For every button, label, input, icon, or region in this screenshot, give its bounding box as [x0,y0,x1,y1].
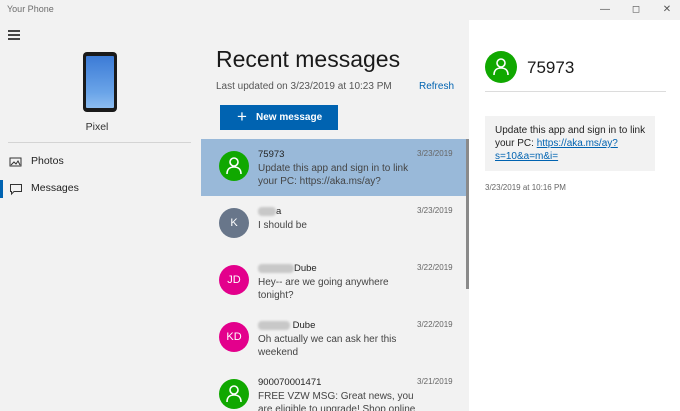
conversation-item[interactable]: K a I should be 3/23/2019 [201,196,467,253]
message-date: 3/23/2019 [417,206,453,215]
avatar: JD [219,265,249,295]
message-preview: FREE VZW MSG: Great news, you are eligib… [258,391,416,411]
new-message-button[interactable]: + New message [220,105,338,130]
sidebar-divider [8,142,191,143]
hamburger-menu-icon[interactable] [8,30,20,40]
redacted-name [258,263,294,273]
conversation-item[interactable]: 75973 Update this app and sign in to lin… [201,139,467,196]
refresh-link[interactable]: Refresh [419,81,454,92]
avatar [219,151,249,181]
contact-name: a [258,206,281,217]
avatar: KD [219,322,249,352]
phone-icon [83,52,117,112]
message-preview: Hey-- are we going anywhere tonight? [258,277,389,301]
last-updated-text: Last updated on 3/23/2019 at 10:23 PM [216,81,392,92]
page-title: Recent messages [216,46,401,72]
message-preview: Update this app and sign in to link your… [258,163,409,187]
app-title: Your Phone [7,4,54,14]
sidebar-item-label: Photos [31,155,64,167]
contact-name: Dube [258,263,317,274]
message-date: 3/23/2019 [417,149,453,158]
message-date: 3/21/2019 [417,377,453,386]
sidebar-item-messages[interactable]: Messages [0,177,200,201]
contact-name: 900070001471 [258,377,322,388]
conversation-item[interactable]: 900070001471 FREE VZW MSG: Great news, y… [201,367,467,411]
conversation-item[interactable]: JD Dube Hey-- are we going anywhere toni… [201,253,467,310]
photos-icon [9,157,22,167]
title-bar: Your Phone — ◻ ✕ [0,0,680,20]
new-message-label: New message [256,112,323,123]
plus-icon: + [237,107,247,126]
message-bubble: Update this app and sign in to link your… [485,116,655,171]
conversation-list: 75973 Update this app and sign in to lin… [201,139,469,411]
message-preview: Oh actually we can ask her this weekend [258,334,397,358]
avatar [219,379,249,409]
sidebar-item-label: Messages [31,182,79,194]
maximize-icon[interactable]: ◻ [628,2,644,18]
contact-name: 75973 [258,149,285,160]
sidebar: Pixel Photos Messages [0,20,201,411]
contact-name-header: 75973 [527,58,575,77]
redacted-name [258,320,290,330]
contact-name: Dube [258,320,315,331]
minimize-icon[interactable]: — [597,2,613,18]
contact-avatar [485,51,517,83]
message-date: 3/22/2019 [417,263,453,272]
person-icon [226,157,242,175]
conversation-detail-pane: 75973 Update this app and sign in to lin… [469,20,680,411]
message-list-pane: Recent messages Last updated on 3/23/201… [201,20,469,411]
header-divider [485,91,666,92]
redacted-name [258,206,276,216]
device-name: Pixel [85,121,109,133]
person-icon [493,58,509,76]
person-icon [226,385,242,403]
selected-indicator [0,180,3,198]
message-preview: I should be [258,220,307,231]
avatar: K [219,208,249,238]
messages-icon [10,184,22,196]
close-icon[interactable]: ✕ [659,2,675,18]
sidebar-item-photos[interactable]: Photos [0,150,200,174]
message-timestamp: 3/23/2019 at 10:16 PM [485,183,566,192]
conversation-item[interactable]: KD Dube Oh actually we can ask her this … [201,310,467,367]
message-date: 3/22/2019 [417,320,453,329]
